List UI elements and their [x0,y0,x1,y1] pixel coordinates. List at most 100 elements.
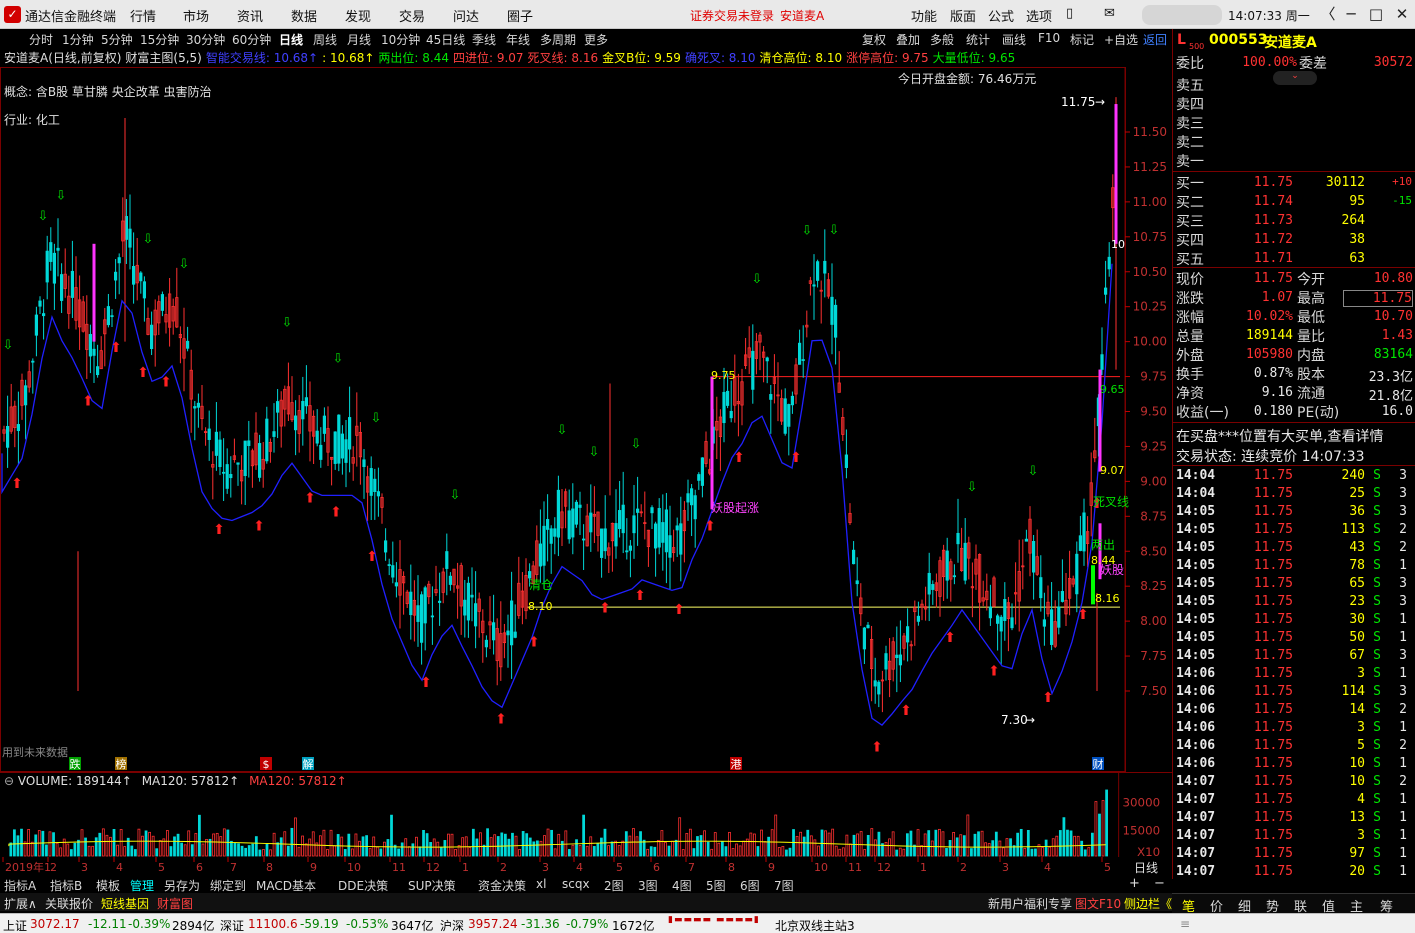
menu-item[interactable]: 发现 [345,6,371,25]
candle-body [117,257,121,264]
indicator-tab[interactable]: 7图 [774,877,794,894]
menu-item[interactable]: 行情 [130,6,156,25]
volume-bar [379,848,383,857]
menu-item[interactable]: 数据 [291,6,317,25]
tool-options[interactable]: 选项 [1026,6,1052,25]
candle-body [319,444,323,460]
collapse-icon[interactable]: ⊖ [4,774,18,788]
period-tab[interactable]: 1分钟 [62,31,94,48]
zoom-in-icon[interactable]: + [1129,876,1140,891]
period-tab[interactable]: 60分钟 [232,31,271,48]
period-tab[interactable]: 10分钟 [381,31,420,48]
kline-chart[interactable]: 11.50 11.25 11.00 10.75 10.50 10.25 10.00 9.75 9… [0,67,1172,772]
sell-arrow-icon: ⇩ [967,480,978,495]
indicator-tab[interactable]: 指标A [4,877,36,894]
volume-bar [269,849,272,857]
chart-tool[interactable]: 标记 [1070,31,1094,48]
volume-bar [1051,838,1055,857]
period-tab[interactable]: 分时 [29,31,53,48]
expand-button[interactable]: 扩展∧ [4,895,37,912]
period-tab[interactable]: 15分钟 [140,31,179,48]
x-axis-label: 4 [576,861,583,874]
user-avatar[interactable] [1142,5,1222,25]
market-breadth-icon[interactable]: ▮▬▬▬▬ ▬▬▬▬▮ [668,915,768,931]
volume-bar [962,835,966,857]
maximize-icon[interactable]: □ [1363,3,1389,25]
big-order-notice[interactable]: 在买盘***位置有大买单,查看详情 [1176,426,1383,446]
indicator-tab[interactable]: 另存为 [164,877,200,894]
indicator-tab[interactable]: DDE决策 [338,877,388,894]
login-stock[interactable]: 安道麦A [780,7,824,24]
menu-lines-icon[interactable]: ≡ [1180,917,1190,931]
indicator-tab[interactable]: 指标B [50,877,82,894]
period-tab[interactable]: 多周期 [540,31,576,48]
indicator-tab[interactable]: 3图 [638,877,658,894]
indicator-tab[interactable]: MACD基本 [256,877,316,894]
f10-link[interactable]: 图文F10 [1075,895,1121,912]
gene-tab[interactable]: 短线基因 [101,895,149,912]
indicator-tab[interactable]: 管理 [130,877,154,894]
indicator-tab[interactable]: 5图 [706,877,726,894]
period-tab[interactable]: 5分钟 [101,31,133,48]
chart-tool[interactable]: 多般 [930,31,954,48]
period-tab[interactable]: 周线 [313,31,337,48]
tick-count: 1 [1399,864,1407,879]
zoom-out-icon[interactable]: − [1154,876,1165,891]
indicator-tab[interactable]: scqx [562,877,590,891]
x-axis-label: 1 [920,861,927,874]
period-tab[interactable]: 45日线 [426,31,465,48]
chart-tool[interactable]: 叠加 [896,31,920,48]
indicator-tab[interactable]: 模板 [96,877,120,894]
indicator-tab[interactable]: 6图 [740,877,760,894]
tick-price: 11.75 [1253,792,1293,807]
indicator-tab[interactable]: 资金决策 [478,877,526,894]
period-tab[interactable]: 更多 [584,31,608,48]
close-icon[interactable]: ✕ [1389,3,1415,25]
level-965-label: 9.65 [1100,383,1125,396]
login-notice[interactable]: 证券交易未登录 [690,7,774,24]
candle-body [272,431,276,437]
stat-label: 最高 [1297,291,1325,307]
sidebar-toggle[interactable]: 侧边栏《 [1124,895,1172,912]
minimize-icon[interactable]: ─ [1338,3,1364,25]
lock-icon[interactable]: ▯ [1066,6,1073,21]
chart-tool[interactable]: 画线 [1002,31,1026,48]
indicator-tab[interactable]: xl [536,877,546,891]
tool-layout[interactable]: 版面 [950,6,976,25]
tick-count: 1 [1399,810,1407,825]
indicator-tab[interactable]: 绑定到 [210,877,246,894]
high-price-label: 11.75 [1061,95,1095,109]
indicator-tab[interactable]: 2图 [604,877,624,894]
chart-tool[interactable]: 统计 [966,31,990,48]
indicator-tab[interactable]: SUP决策 [408,877,456,894]
chart-tool[interactable]: 返回 [1143,31,1167,48]
mail-icon[interactable]: ✉ [1104,6,1115,21]
wealth-tab[interactable]: 财富图 [157,895,193,912]
tool-function[interactable]: 功能 [911,6,937,25]
period-tab-active[interactable]: 日线 [279,31,303,48]
tick-side: S [1373,720,1381,735]
chart-tool[interactable]: +自选 [1104,31,1138,48]
menu-item[interactable]: 圈子 [507,6,533,25]
buy-arrow-icon: ⬆ [528,635,540,651]
sz-label: 深证 [220,919,245,933]
menu-item[interactable]: 问达 [453,6,479,25]
period-tab[interactable]: 30分钟 [186,31,225,48]
chart-tool[interactable]: 复权 [862,31,886,48]
menu-item[interactable]: 资讯 [237,6,263,25]
promo-link[interactable]: 新用户福利专享 [988,895,1072,912]
menu-item[interactable]: 市场 [183,6,209,25]
server-name[interactable]: 北京双线主站3 [775,917,855,933]
period-tab[interactable]: 年线 [506,31,530,48]
period-tab[interactable]: 季线 [472,31,496,48]
chart-tool[interactable]: F10 [1038,31,1060,45]
expand-icon[interactable]: ⌄ [1273,71,1317,85]
indicator-tab[interactable]: 4图 [672,877,692,894]
period-tab[interactable]: 月线 [347,31,371,48]
event-mark: 榜 [116,757,127,771]
tool-formula[interactable]: 公式 [988,6,1014,25]
stat-value: 83164 [1373,347,1413,362]
menu-item[interactable]: 交易 [399,6,425,25]
volume-bar [884,842,888,857]
related-quote-tab[interactable]: 关联报价 [45,895,93,912]
